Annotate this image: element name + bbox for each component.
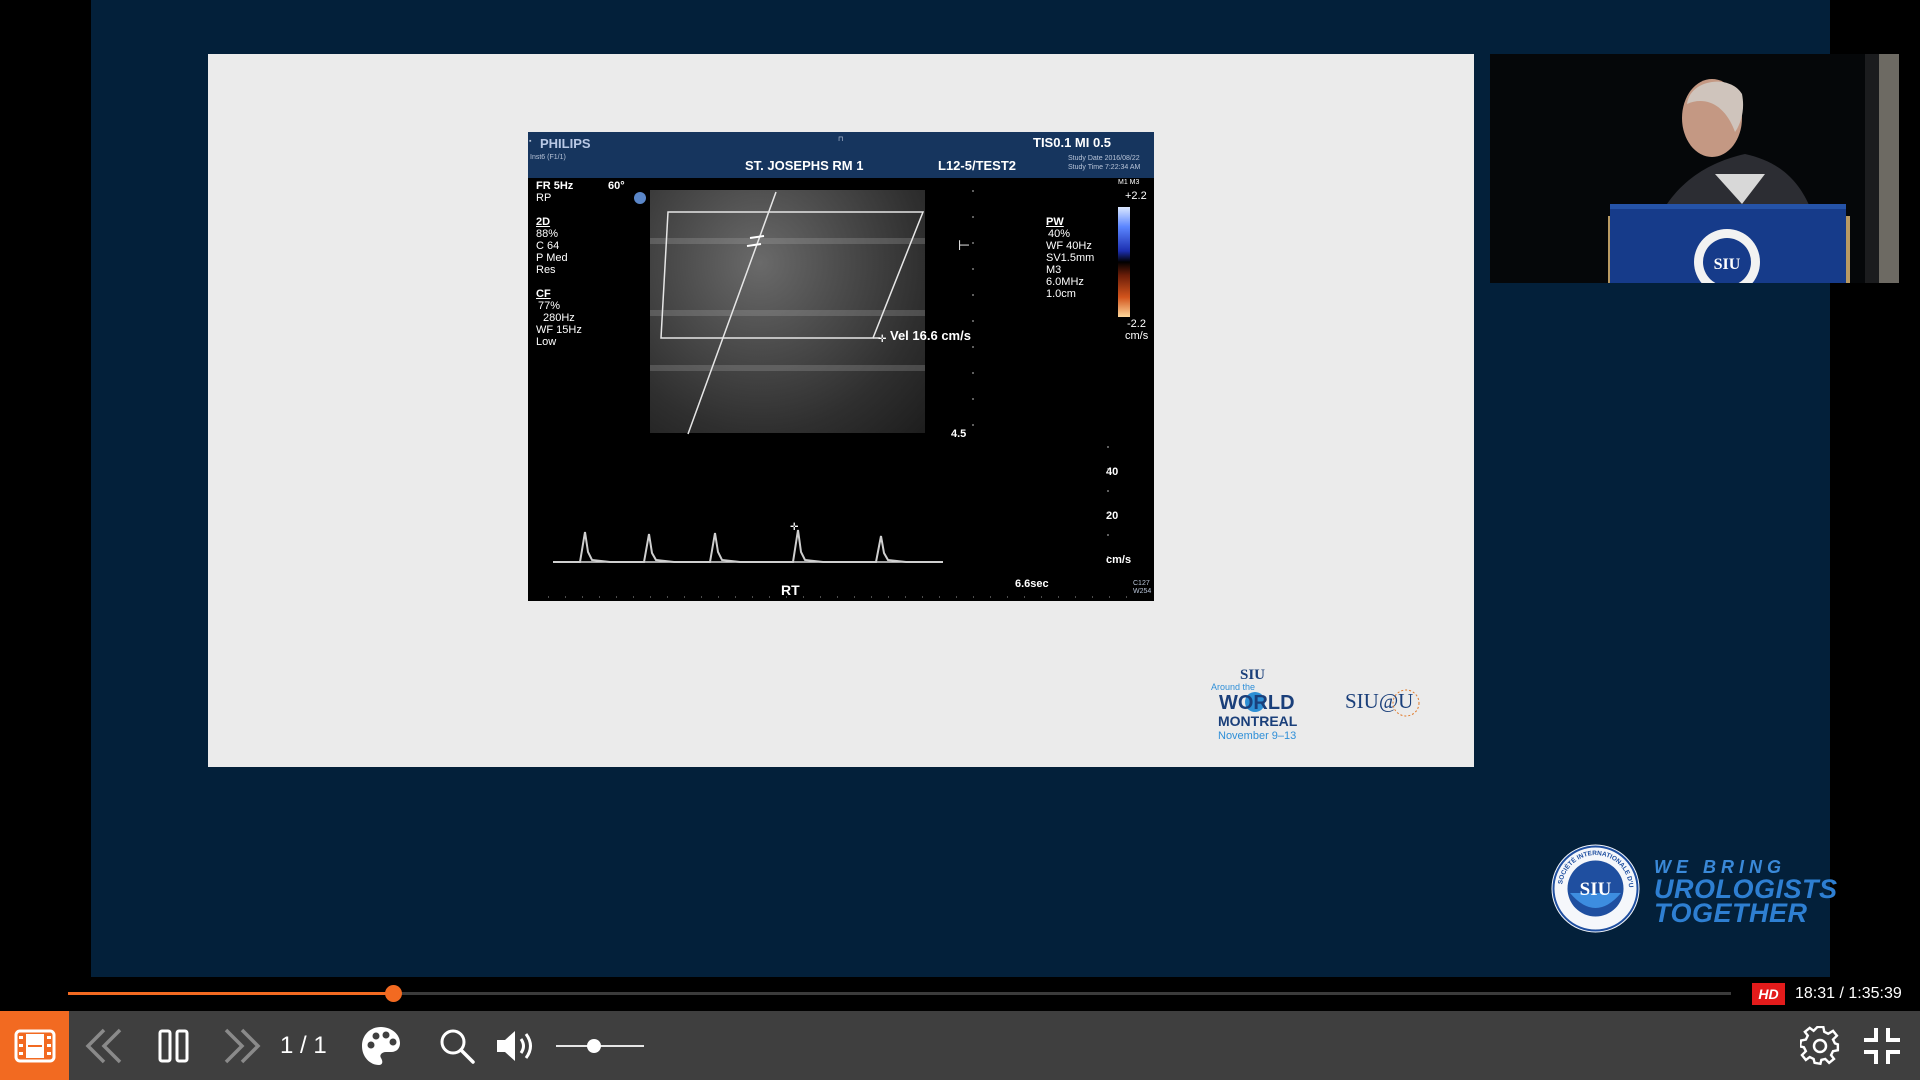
cursor-cross-icon: ✛	[878, 334, 887, 345]
logo-dates-text: November 9–13	[1218, 730, 1296, 742]
siu-at-u-logo: SIU@U	[1345, 689, 1420, 717]
sample-gate	[746, 243, 762, 247]
fast-forward-icon	[224, 1028, 261, 1063]
podium-siu-text: SIU	[1714, 256, 1741, 273]
logo-city-text: MONTREAL	[1218, 713, 1298, 729]
siu-around-the-world-logo: SIU Around the WORLD MONTREAL November 9…	[1211, 667, 1298, 742]
tagline-line-3: TOGETHER	[1654, 898, 1808, 928]
brand-tagline: WE BRING UROLOGISTS TOGETHER	[1654, 857, 1854, 928]
sample-gate	[749, 235, 765, 239]
seek-bar-area: HD 18:31 / 1:35:39	[0, 977, 1920, 1011]
volume-slider[interactable]	[556, 1039, 644, 1053]
presentation-stage: ▪ PHILIPS Inst6 (F1/1) ⊓ TIS0.1 MI 0.5 S…	[91, 0, 1899, 977]
page-indicator: 1 / 1	[280, 1032, 327, 1059]
rewind-icon	[85, 1028, 122, 1063]
settings-gear-icon	[1800, 1025, 1840, 1065]
exit-fullscreen-icon	[1864, 1027, 1900, 1064]
film-strip-icon	[14, 1029, 55, 1062]
doppler-cursor-line	[687, 191, 777, 435]
theme-button[interactable]	[358, 1011, 404, 1080]
speaker-scene: SIU	[1490, 54, 1899, 283]
palette-icon	[362, 1026, 400, 1065]
previous-button[interactable]	[80, 1011, 128, 1080]
pause-icon	[158, 1029, 189, 1062]
doppler-waveform	[553, 529, 943, 563]
color-box-outline	[660, 211, 925, 339]
search-icon	[440, 1029, 475, 1064]
player-control-bar: 1 / 1	[0, 1011, 1920, 1080]
volume-slider-handle[interactable]	[586, 1039, 601, 1053]
siu-seal-logo: SIU SOCIÉTÉ INTERNATIONALE D'UROLOGIE	[1550, 843, 1640, 933]
seal-siu-text: SIU	[1580, 879, 1612, 900]
seek-bar-played	[68, 992, 394, 995]
seek-bar[interactable]	[68, 985, 1731, 1002]
speaker-video: SIU	[1490, 54, 1899, 283]
chapters-button[interactable]	[0, 1011, 69, 1080]
ultrasound-overlay-graphics: ✛ ⊢ ✛	[548, 190, 1133, 598]
focus-marker-icon: ⊢	[958, 237, 970, 253]
exit-fullscreen-button[interactable]	[1858, 1011, 1906, 1080]
seek-bar-handle[interactable]	[385, 985, 403, 1002]
slide: ▪ PHILIPS Inst6 (F1/1) ⊓ TIS0.1 MI 0.5 S…	[208, 54, 1474, 767]
search-button[interactable]	[434, 1011, 480, 1080]
logo-siuatu-text: SIU@U	[1345, 689, 1413, 713]
settings-button[interactable]	[1796, 1011, 1844, 1080]
spectrum-cursor-icon: ✛	[790, 522, 799, 533]
volume-icon	[497, 1030, 532, 1061]
next-button[interactable]	[218, 1011, 266, 1080]
mute-button[interactable]	[494, 1011, 540, 1080]
time-readout: 18:31 / 1:35:39	[1795, 985, 1902, 1002]
logo-world-text: WORLD	[1219, 692, 1295, 714]
logo-siu-text: SIU	[1240, 667, 1265, 683]
pause-button[interactable]	[152, 1011, 196, 1080]
ultrasound-image: ▪ PHILIPS Inst6 (F1/1) ⊓ TIS0.1 MI 0.5 S…	[528, 132, 1154, 601]
hd-badge[interactable]: HD	[1752, 983, 1785, 1005]
logo-around-text: Around the	[1211, 682, 1255, 692]
